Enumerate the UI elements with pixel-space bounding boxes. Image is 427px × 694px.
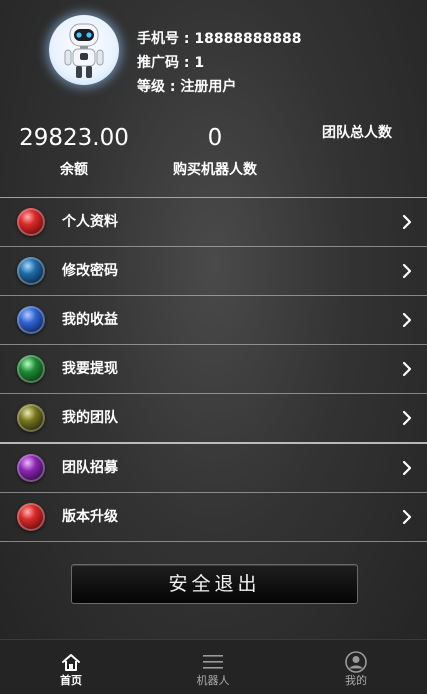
- home-icon: [62, 654, 80, 671]
- tab-mine[interactable]: 我的: [285, 640, 427, 694]
- blue-orb-icon: [17, 306, 45, 334]
- team-total-label: 团队总人数: [322, 125, 392, 141]
- tab-home[interactable]: 首页: [0, 640, 142, 694]
- robot-avatar-icon[interactable]: [49, 15, 119, 85]
- chevron-right-icon: [402, 361, 412, 377]
- chevron-right-icon: [402, 410, 412, 426]
- tab-robots[interactable]: 机器人: [142, 640, 284, 694]
- robot-avatar-graphic: [64, 23, 104, 78]
- robots-stat: 0 购买机器人数: [160, 124, 270, 179]
- menu-item-label: 我要提现: [62, 361, 118, 377]
- menu-item-label: 个人资料: [62, 214, 118, 230]
- tab-label: 机器人: [196, 674, 230, 687]
- menu-item-my-earnings[interactable]: 我的收益: [0, 296, 427, 345]
- settings-menu: 个人资料 修改密码 我的收益 我要提现 我的团队 团队招募 版本升级: [0, 197, 427, 542]
- user-icon: [345, 651, 367, 673]
- menu-item-change-password[interactable]: 修改密码: [0, 247, 427, 296]
- green-orb-icon: [17, 355, 45, 383]
- menu-item-label: 我的团队: [62, 410, 118, 426]
- balance-value: 29823.00: [19, 125, 129, 151]
- tab-label: 首页: [60, 674, 82, 687]
- olive-orb-icon: [17, 404, 45, 432]
- menu-item-label: 版本升级: [62, 509, 118, 525]
- chevron-right-icon: [402, 214, 412, 230]
- user-level: 等级 : 注册用户: [137, 79, 237, 95]
- phone-number: 手机号 : 18888888888: [137, 31, 302, 47]
- chevron-right-icon: [402, 263, 412, 279]
- user-info: 手机号 : 18888888888 推广码 : 1 等级 : 注册用户: [137, 27, 302, 99]
- menu-item-team-recruit[interactable]: 团队招募: [0, 444, 427, 493]
- menu-item-version-upgrade[interactable]: 版本升级: [0, 493, 427, 542]
- purple-orb-icon: [17, 454, 45, 482]
- menu-item-my-team[interactable]: 我的团队: [0, 394, 427, 444]
- menu-item-label: 我的收益: [62, 312, 118, 328]
- chevron-right-icon: [402, 460, 412, 476]
- robots-label: 购买机器人数: [173, 162, 257, 178]
- menu-item-label: 修改密码: [62, 263, 118, 279]
- balance-label: 余额: [60, 162, 88, 178]
- menu-item-withdraw[interactable]: 我要提现: [0, 345, 427, 394]
- menu-item-profile[interactable]: 个人资料: [0, 197, 427, 247]
- menu-item-label: 团队招募: [62, 460, 118, 476]
- promo-code: 推广码 : 1: [137, 55, 205, 71]
- red-orb-icon: [17, 208, 45, 236]
- menu-icon: [203, 655, 223, 669]
- tab-label: 我的: [345, 674, 367, 687]
- chevron-right-icon: [402, 312, 412, 328]
- robots-value: 0: [207, 125, 223, 151]
- bottom-tab-bar: 首页 机器人 我的: [0, 639, 427, 694]
- red-orb-icon: [17, 503, 45, 531]
- balance-stat: 29823.00 余额: [14, 124, 134, 179]
- blue-orb-icon: [17, 257, 45, 285]
- chevron-right-icon: [402, 509, 412, 525]
- logout-button[interactable]: 安全退出: [71, 564, 358, 604]
- profile-header: 手机号 : 18888888888 推广码 : 1 等级 : 注册用户 2982…: [0, 0, 427, 195]
